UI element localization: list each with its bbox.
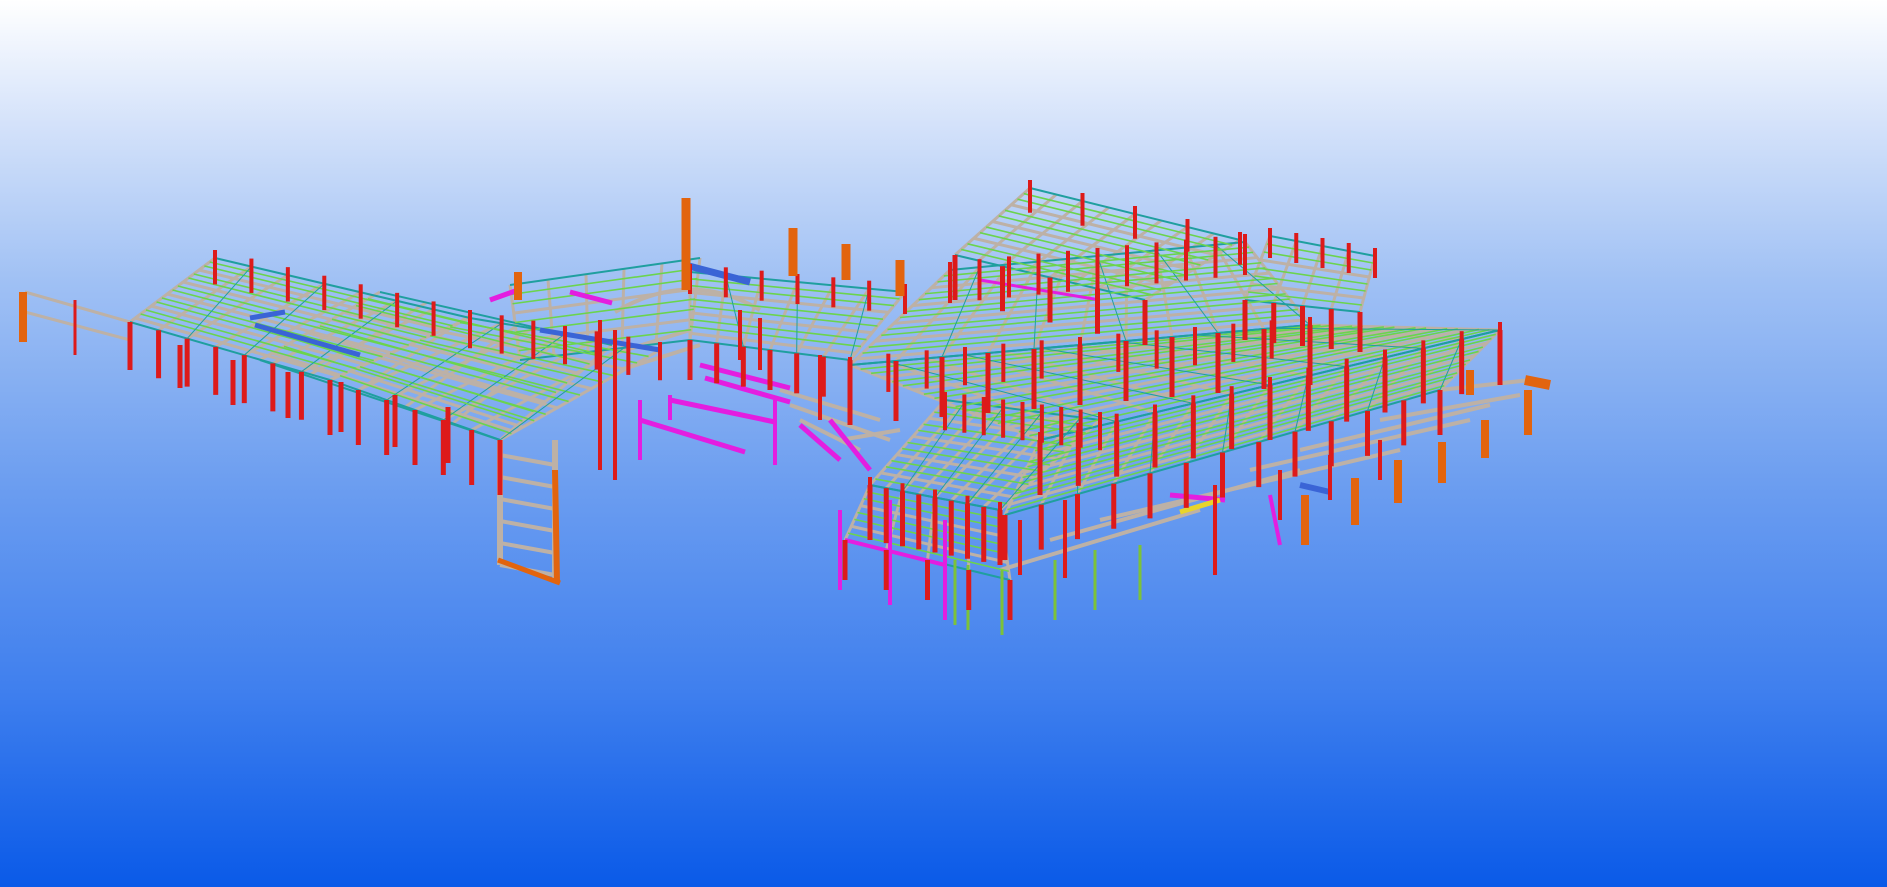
girder [1439,378,1531,392]
end-plate [1524,375,1551,390]
heavy-column [552,469,560,584]
stair-tread [499,497,556,511]
steel-structure-model[interactable] [0,0,1887,887]
purlin [1257,267,1368,285]
bracing-member [639,417,746,455]
stair-tread [499,541,556,555]
stair-tread [499,475,556,489]
stair-tread [499,519,556,533]
girder [1049,468,1301,542]
roof-edge-beam [259,359,501,441]
channel-member [1299,482,1331,495]
bracing-member [669,397,776,425]
3d-model-viewport[interactable] [0,0,1887,887]
bracing-member [489,287,519,303]
purlin [271,351,512,432]
stair-landing [497,557,561,586]
stair-tread [499,453,556,467]
purlin [881,298,1290,337]
purlin [1263,251,1372,271]
